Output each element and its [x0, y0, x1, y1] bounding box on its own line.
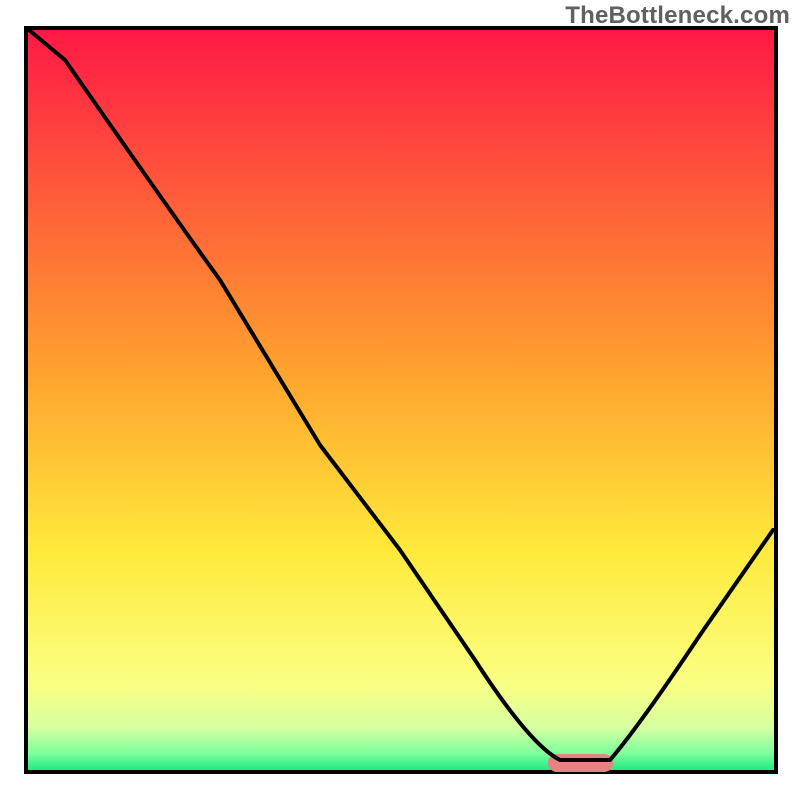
bottleneck-chart [0, 0, 800, 800]
plot-background [26, 28, 776, 772]
watermark-text: TheBottleneck.com [565, 2, 790, 30]
chart-container: TheBottleneck.com [0, 0, 800, 800]
